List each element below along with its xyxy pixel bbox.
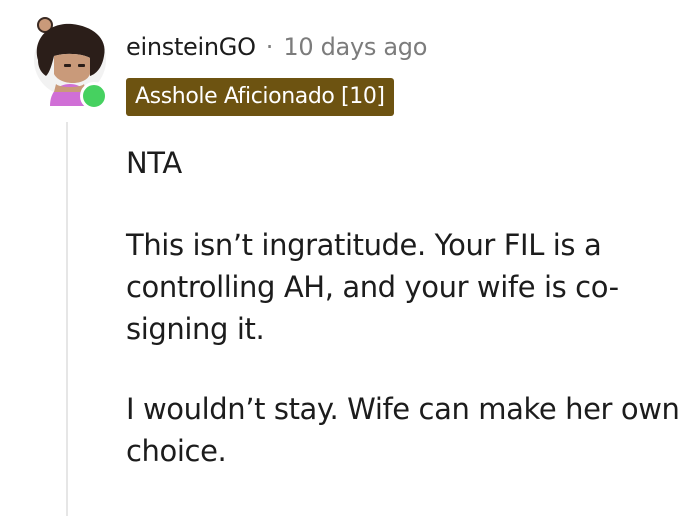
comment-paragraph: This isn’t ingratitude. Your FIL is a co… xyxy=(126,228,619,346)
online-indicator xyxy=(80,82,108,110)
user-flair-badge: Asshole Aficionado [10] xyxy=(126,78,394,116)
avatar[interactable] xyxy=(28,14,112,110)
username-link[interactable]: einsteinGO xyxy=(126,33,256,61)
comment: einsteinGO · 10 days ago Asshole Aficion… xyxy=(0,0,700,516)
comment-body: NTA This isn’t ingratitude. Your FIL is … xyxy=(126,142,686,472)
meta-separator: · xyxy=(265,33,274,61)
comment-meta: einsteinGO · 10 days ago xyxy=(126,30,427,64)
comment-paragraph: NTA xyxy=(126,146,182,180)
comment-paragraph: I wouldn’t stay. Wife can make her own c… xyxy=(126,392,680,468)
thread-line[interactable] xyxy=(66,122,68,516)
timestamp-link[interactable]: 10 days ago xyxy=(283,33,427,61)
